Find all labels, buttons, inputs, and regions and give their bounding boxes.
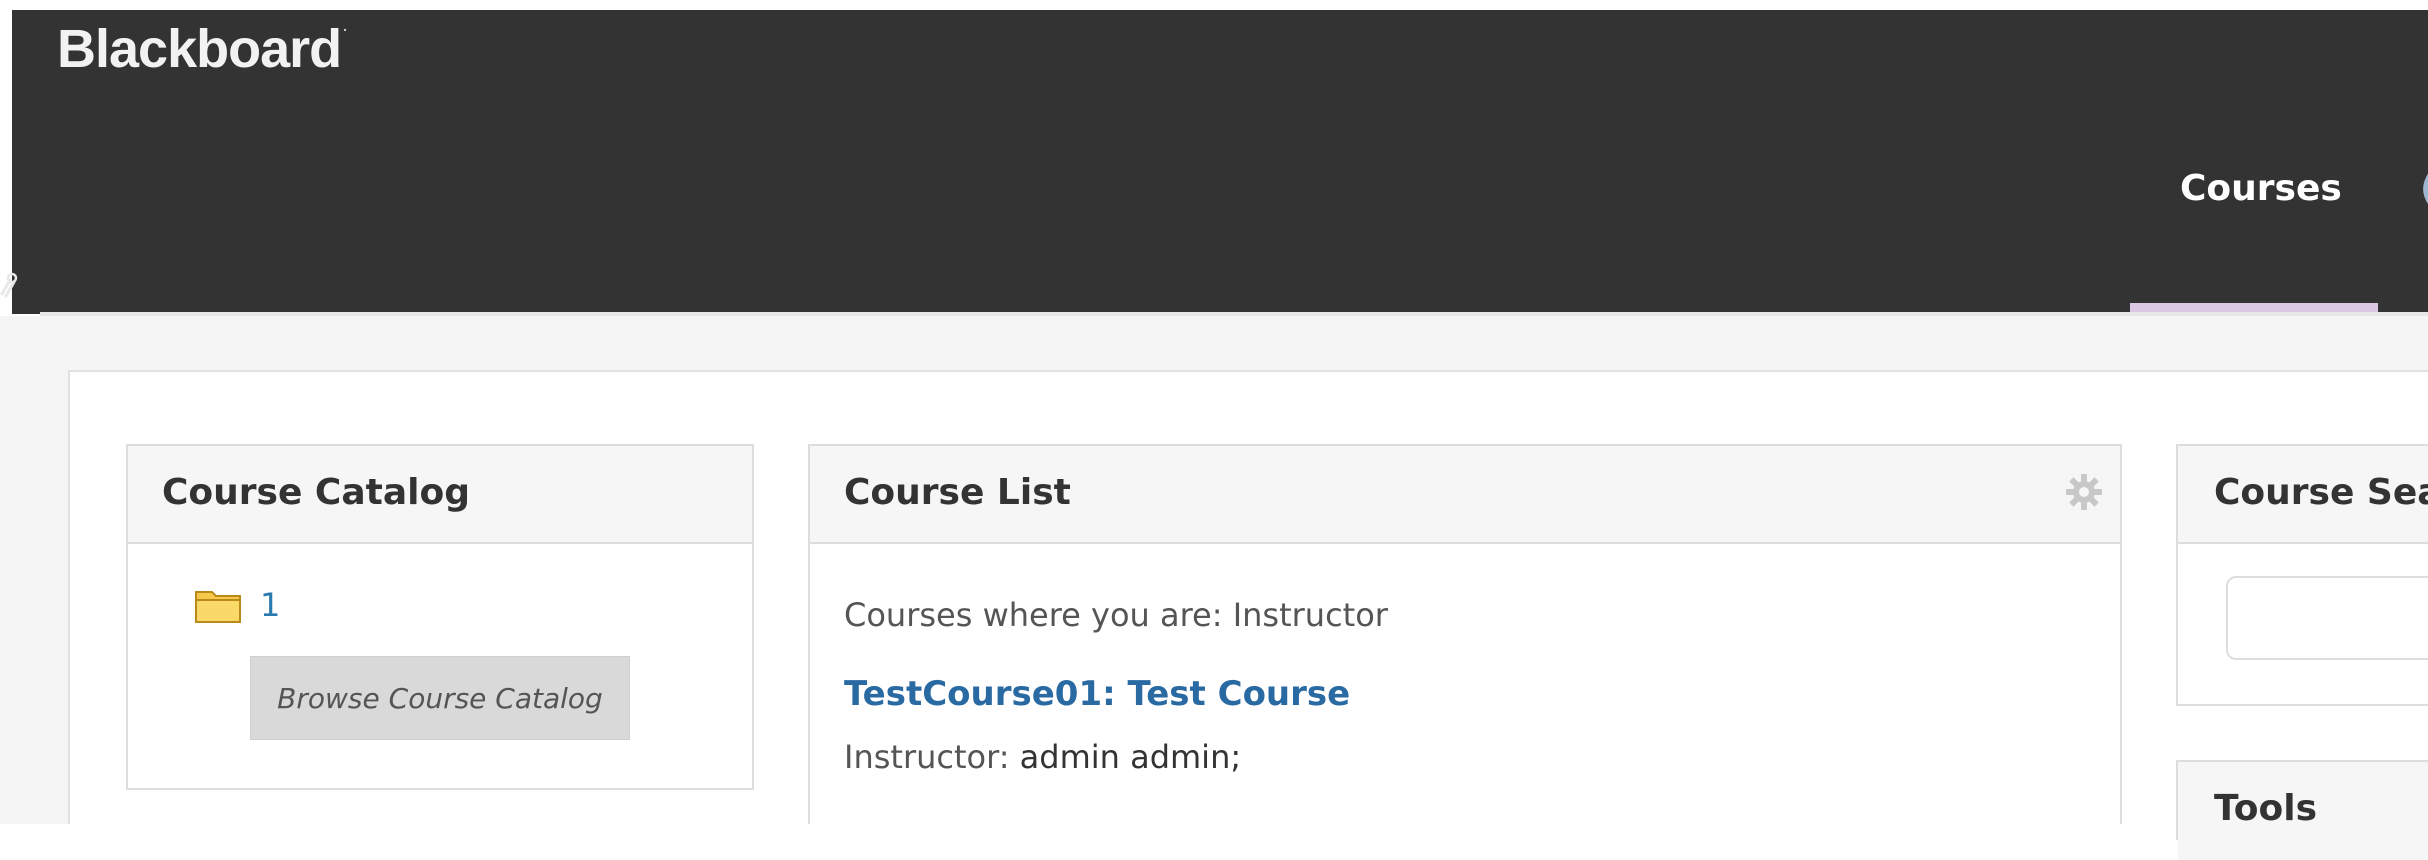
instructor-label: Instructor: (844, 738, 1010, 776)
course-list-header[interactable]: Course List (810, 446, 2120, 544)
course-catalog-title: Course Catalog (162, 472, 470, 513)
course-link[interactable]: TestCourse01: Test Course (844, 674, 1350, 714)
link-icon[interactable] (0, 266, 20, 302)
folder-icon (195, 591, 241, 623)
course-catalog-header[interactable]: Course Catalog (128, 446, 752, 544)
gear-icon[interactable] (2064, 472, 2104, 512)
catalog-folder-link[interactable]: 1 (260, 586, 280, 624)
tab-courses-label: Courses (2180, 168, 2342, 209)
tools-title: Tools (2214, 788, 2318, 829)
course-search-title: Course Search (2214, 472, 2428, 513)
tab-courses[interactable]: Courses (2130, 150, 2380, 314)
browse-course-catalog-button[interactable]: Browse Course Catalog (250, 656, 630, 740)
brand-logo[interactable]: Blackboard. (57, 18, 347, 80)
course-list-title: Course List (844, 472, 1071, 513)
tab-next-partial-label: ( (2420, 168, 2428, 208)
tab-next-partial[interactable]: ( (2420, 168, 2428, 208)
active-tab-indicator (2130, 303, 2378, 312)
tools-module: Tools (2176, 760, 2428, 860)
brand-logo-text: Blackboard (57, 19, 342, 79)
header-bar (12, 10, 2428, 314)
brand-logo-mark: . (343, 18, 347, 34)
instructor-name: admin admin; (1009, 738, 1242, 776)
course-search-input[interactable] (2226, 576, 2428, 660)
tools-header[interactable]: Tools (2178, 762, 2428, 860)
course-list-role-text: Courses where you are: Instructor (844, 596, 1388, 634)
course-search-header[interactable]: Course Search (2178, 446, 2428, 544)
course-list-module: Course List Courses where you are: Instr… (808, 444, 2122, 824)
catalog-folder-item[interactable]: 1 (194, 586, 280, 624)
course-instructor-line: Instructor: admin admin; (844, 738, 1241, 776)
top-header: Blackboard. Courses ( (0, 0, 2428, 316)
course-catalog-module: Course Catalog 1 Browse Course Catalog (126, 444, 754, 790)
course-search-module: Course Search (2176, 444, 2428, 706)
